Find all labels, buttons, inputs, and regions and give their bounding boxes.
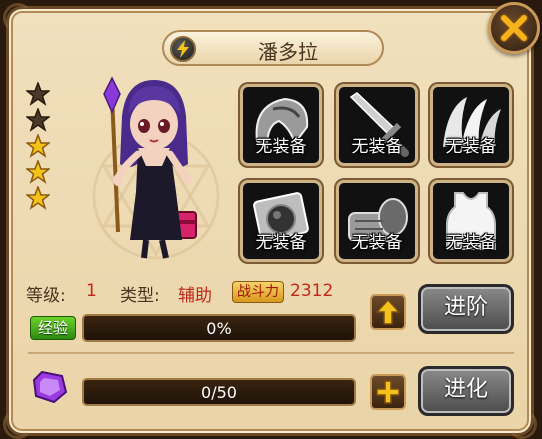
plus-icon	[376, 380, 400, 404]
star-filled-icon	[26, 186, 50, 210]
exp-progress-text: 0%	[206, 319, 232, 338]
divider	[28, 352, 514, 354]
close-icon	[499, 13, 529, 43]
purple-gem-icon	[32, 370, 68, 404]
empty-slot-label: 无装备	[445, 233, 497, 253]
arrow-up-icon	[376, 299, 400, 325]
corner-ornament	[3, 409, 33, 439]
star-empty-icon	[26, 108, 50, 132]
type-label: 类型:	[120, 286, 160, 306]
pandora-hero-icon	[103, 76, 197, 259]
empty-slot-label: 无装备	[255, 233, 307, 253]
advance-button[interactable]: 进阶	[418, 284, 514, 334]
star-empty-icon	[26, 82, 50, 106]
equipment-slot-claw[interactable]: 无装备	[430, 84, 512, 166]
empty-slot-label: 无装备	[351, 233, 403, 253]
level-label: 等级:	[26, 286, 66, 306]
level-up-button[interactable]	[370, 294, 406, 330]
exp-progress-bar: 0%	[82, 314, 356, 342]
evolve-button[interactable]: 进化	[418, 366, 514, 416]
equipment-slot-weapon[interactable]: 无装备	[336, 84, 418, 166]
add-shards-button[interactable]	[370, 374, 406, 410]
star-filled-icon	[26, 134, 50, 158]
evolve-progress-bar: 0/50	[82, 378, 356, 406]
equipment-slot-amulet[interactable]: 无装备	[240, 180, 322, 262]
empty-slot-label: 无装备	[255, 137, 307, 157]
star-filled-icon	[26, 160, 50, 184]
corner-ornament	[507, 409, 537, 439]
corner-ornament	[3, 3, 33, 33]
level-value: 1	[86, 281, 97, 301]
hero-portrait	[58, 76, 228, 262]
title-bar: 潘多拉	[162, 30, 384, 66]
equipment-slot-shoulder[interactable]: 无装备	[240, 84, 322, 166]
empty-slot-label: 无装备	[445, 137, 497, 157]
combat-power-badge: 战斗力	[232, 281, 284, 303]
exp-label: 经验	[30, 316, 76, 340]
close-button[interactable]	[488, 2, 540, 54]
evolve-progress-text: 0/50	[201, 383, 237, 402]
hero-name: 潘多拉	[258, 40, 318, 64]
empty-slot-label: 无装备	[351, 137, 403, 157]
type-value: 辅助	[178, 286, 212, 306]
lightning-icon	[170, 36, 196, 62]
combat-power-value: 2312	[290, 281, 334, 301]
equipment-slot-armor[interactable]: 无装备	[430, 180, 512, 262]
equipment-slot-gauntlet[interactable]: 无装备	[336, 180, 418, 262]
